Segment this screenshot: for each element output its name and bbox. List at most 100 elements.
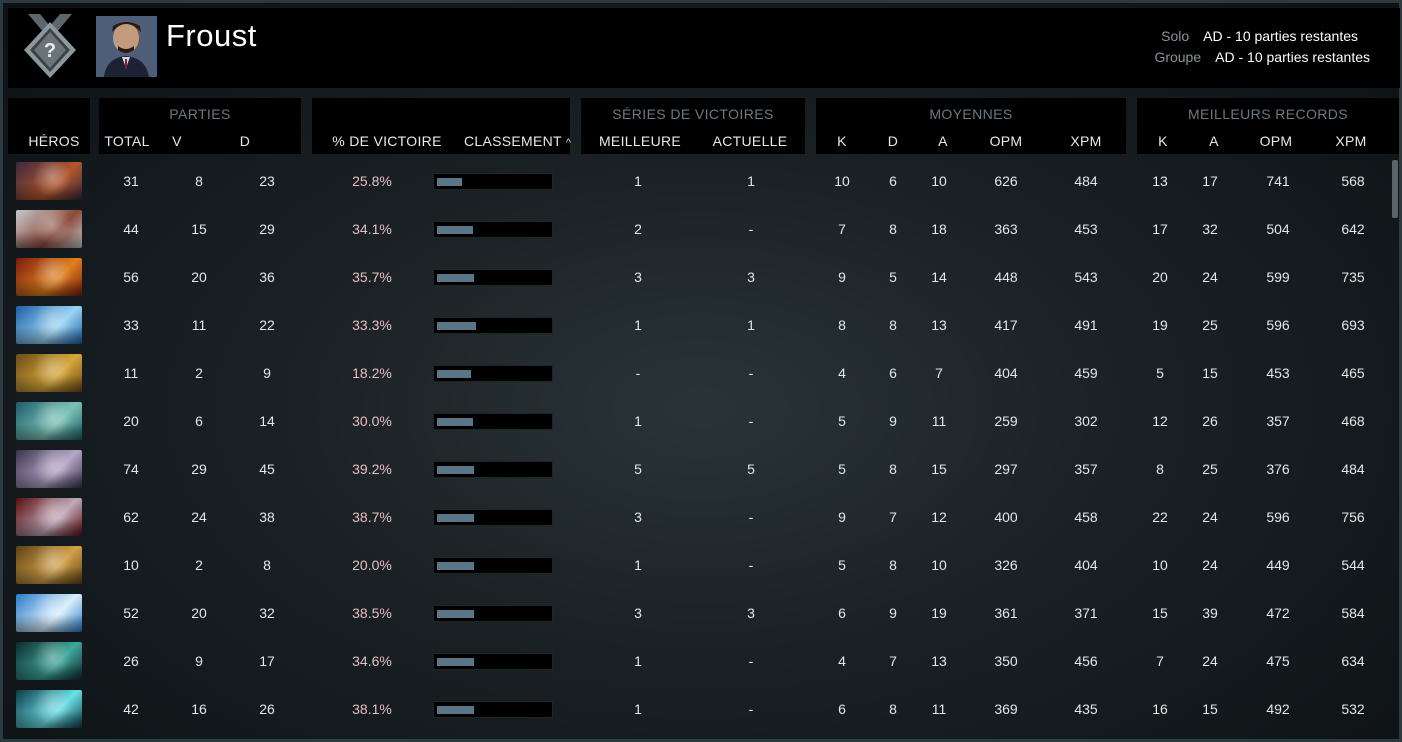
cell-avg-assists: 12 (931, 509, 947, 525)
cell-wins: 29 (191, 461, 207, 477)
ranking-bar (433, 413, 553, 430)
cell-rec-assists: 24 (1202, 557, 1218, 573)
col-avg-xpm[interactable]: XPM (1070, 133, 1101, 149)
cell-total: 20 (123, 413, 139, 429)
cell-rec-xpm: 756 (1341, 509, 1365, 525)
ranking-bar-fill (437, 514, 474, 522)
hero-portrait-icon[interactable] (16, 546, 82, 584)
cell-win-pct: 33.3% (352, 317, 392, 333)
winrate-header-block: % DE VICTOIRE CLASSEMENT ^ (312, 98, 571, 154)
hero-portrait-icon[interactable] (16, 594, 82, 632)
cell-avg-deaths: 9 (889, 605, 897, 621)
table-row[interactable]: 74 29 45 39.2% 5 5 5 8 15 297 357 8 25 3… (8, 446, 1393, 492)
cell-avg-kills: 4 (838, 653, 846, 669)
ranking-bar-fill (437, 370, 471, 378)
hero-portrait-icon[interactable] (16, 354, 82, 392)
col-best-streak[interactable]: MEILLEURE (599, 133, 681, 149)
cell-avg-kills: 10 (834, 173, 850, 189)
table-row[interactable]: 26 9 17 34.6% 1 - 4 7 13 350 456 7 24 47… (8, 638, 1393, 684)
hero-portrait-icon[interactable] (16, 690, 82, 728)
cell-rec-xpm: 468 (1341, 413, 1365, 429)
hero-portrait-icon[interactable] (16, 162, 82, 200)
avatar[interactable] (96, 16, 157, 77)
cell-rec-gpm: 596 (1266, 317, 1290, 333)
hero-portrait-icon[interactable] (16, 210, 82, 248)
hero-portrait-icon[interactable] (16, 450, 82, 488)
cell-avg-deaths: 8 (889, 221, 897, 237)
col-current-streak[interactable]: ACTUELLE (713, 133, 788, 149)
table-row[interactable]: 52 20 32 38.5% 3 3 6 9 19 361 371 15 39 … (8, 590, 1393, 636)
cell-avg-assists: 19 (931, 605, 947, 621)
cell-losses: 29 (259, 221, 275, 237)
cell-rec-kills: 17 (1152, 221, 1168, 237)
col-rec-xpm[interactable]: XPM (1335, 133, 1366, 149)
col-avg-assists[interactable]: A (938, 133, 948, 149)
hero-portrait-icon[interactable] (16, 498, 82, 536)
cell-rec-xpm: 532 (1341, 701, 1365, 717)
col-avg-deaths[interactable]: D (888, 133, 898, 149)
cell-current-streak: - (748, 653, 754, 669)
cell-avg-gpm: 259 (994, 413, 1018, 429)
cell-total: 44 (123, 221, 139, 237)
table-row[interactable]: 10 2 8 20.0% 1 - 5 8 10 326 404 10 24 44… (8, 542, 1393, 588)
cell-win-pct: 38.1% (352, 701, 392, 717)
cell-current-streak: - (748, 221, 754, 237)
scrollbar-thumb[interactable] (1392, 160, 1398, 218)
cell-wins: 20 (191, 605, 207, 621)
hero-portrait-icon[interactable] (16, 306, 82, 344)
hero-portrait-icon[interactable] (16, 258, 82, 296)
ranking-bar-fill (437, 418, 473, 426)
cell-avg-xpm: 302 (1074, 413, 1098, 429)
col-rec-assists[interactable]: A (1209, 133, 1219, 149)
cell-current-streak: - (748, 557, 754, 573)
cell-rec-gpm: 492 (1266, 701, 1290, 717)
table-row[interactable]: 42 16 26 38.1% 1 - 6 8 11 369 435 16 15 … (8, 686, 1393, 732)
cell-wins: 11 (191, 317, 207, 333)
cell-wins: 16 (191, 701, 207, 717)
ranking-bar (433, 173, 553, 190)
col-wins[interactable]: V (172, 133, 182, 149)
group-queue-value: AD - 10 parties restantes (1215, 49, 1370, 65)
cell-avg-kills: 4 (838, 365, 846, 381)
cell-current-streak: 3 (747, 269, 755, 285)
col-rec-kills[interactable]: K (1158, 133, 1168, 149)
cell-wins: 24 (191, 509, 207, 525)
ranking-bar-fill (437, 658, 474, 666)
col-losses[interactable]: D (240, 133, 250, 149)
cell-avg-gpm: 626 (994, 173, 1018, 189)
table-row[interactable]: 62 24 38 38.7% 3 - 9 7 12 400 458 22 24 … (8, 494, 1393, 540)
col-ranking[interactable]: CLASSEMENT ^ (464, 133, 571, 149)
cell-avg-xpm: 357 (1074, 461, 1098, 477)
hero-portrait-icon[interactable] (16, 642, 82, 680)
table-row[interactable]: 56 20 36 35.7% 3 3 9 5 14 448 543 20 24 … (8, 254, 1393, 300)
sort-ascending-icon[interactable]: ^ (566, 137, 571, 149)
table-row[interactable]: 44 15 29 34.1% 2 - 7 8 18 363 453 17 32 … (8, 206, 1393, 252)
col-heroes[interactable]: HÉROS (28, 133, 79, 149)
cell-rec-assists: 25 (1202, 317, 1218, 333)
ranking-bar-fill (437, 610, 474, 618)
cell-avg-assists: 10 (931, 173, 947, 189)
col-win-pct[interactable]: % DE VICTOIRE (332, 133, 441, 149)
matches-group-title: PARTIES (169, 106, 231, 122)
rank-medal-icon[interactable]: ? (20, 14, 80, 82)
cell-avg-deaths: 6 (889, 173, 897, 189)
col-avg-gpm[interactable]: OPM (990, 133, 1023, 149)
col-total[interactable]: TOTAL (104, 133, 149, 149)
cell-avg-kills: 6 (838, 605, 846, 621)
cell-best-streak: 1 (634, 173, 642, 189)
table-row[interactable]: 20 6 14 30.0% 1 - 5 9 11 259 302 12 26 3… (8, 398, 1393, 444)
cell-current-streak: 3 (747, 605, 755, 621)
cell-rec-gpm: 472 (1266, 605, 1290, 621)
col-avg-kills[interactable]: K (837, 133, 847, 149)
table-row[interactable]: 33 11 22 33.3% 1 1 8 8 13 417 491 19 25 … (8, 302, 1393, 348)
hero-portrait-icon[interactable] (16, 402, 82, 440)
ranking-bar-fill (437, 178, 462, 186)
table-row[interactable]: 31 8 23 25.8% 1 1 10 6 10 626 484 13 17 … (8, 158, 1393, 204)
table-row[interactable]: 11 2 9 18.2% - - 4 6 7 404 459 5 15 453 … (8, 350, 1393, 396)
cell-avg-xpm: 484 (1074, 173, 1098, 189)
averages-group-title: MOYENNES (929, 106, 1013, 122)
cell-avg-assists: 15 (931, 461, 947, 477)
cell-losses: 36 (259, 269, 275, 285)
col-rec-gpm[interactable]: OPM (1260, 133, 1293, 149)
cell-current-streak: 1 (747, 317, 755, 333)
